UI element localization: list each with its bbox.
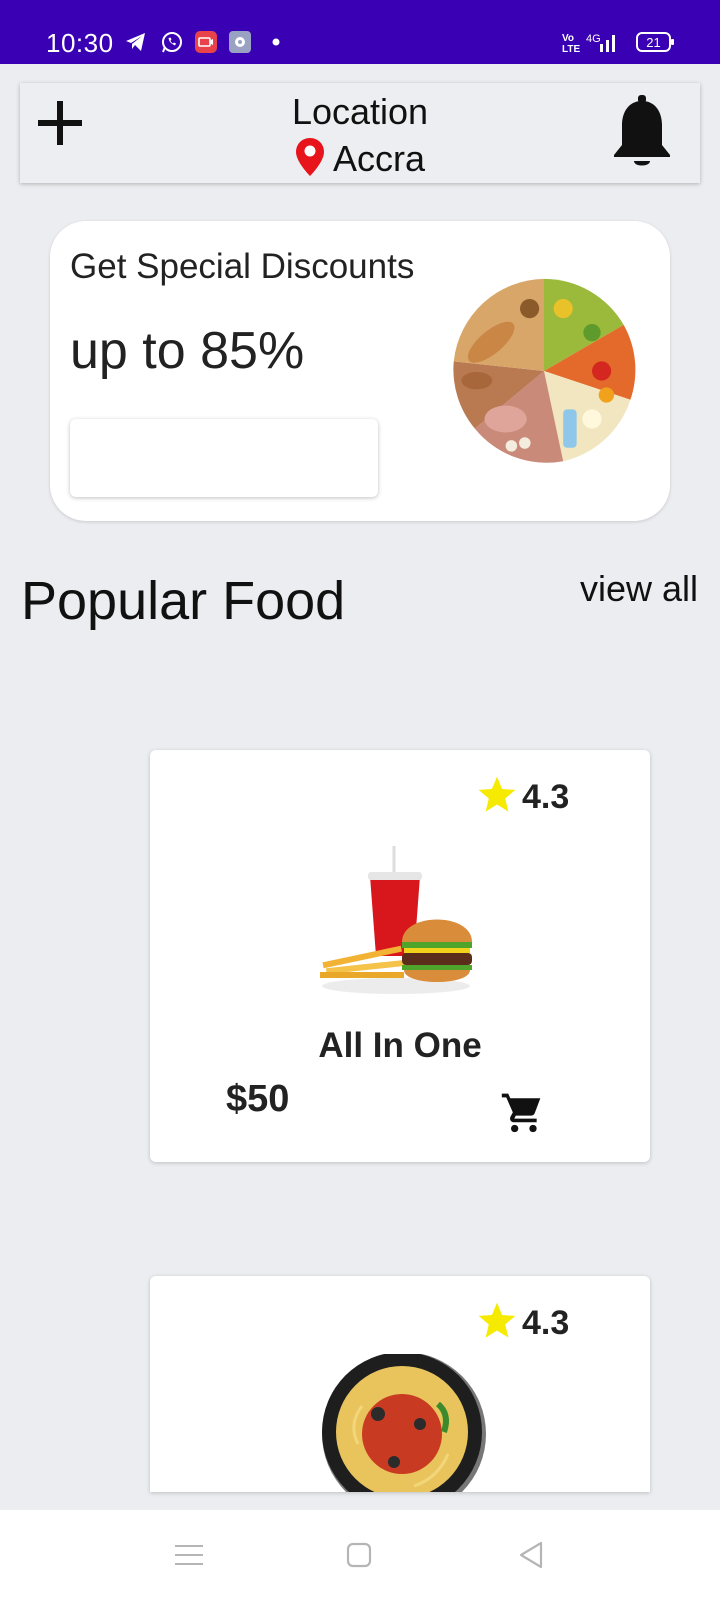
food-card[interactable]: 4.3 All In One $50	[150, 750, 650, 1162]
settings-icon	[229, 31, 251, 53]
location-city: Accra	[332, 138, 426, 179]
dot-icon	[272, 38, 280, 46]
status-bar: 10:30 Vo LTE 4G 21	[0, 0, 720, 64]
star-icon	[478, 776, 516, 812]
signal-icon: Vo LTE 4G	[562, 33, 615, 54]
location-selector[interactable]: Accra	[20, 137, 700, 180]
battery-icon: 21	[636, 32, 674, 52]
promo-subtitle: up to 85%	[70, 322, 305, 380]
svg-text:Vo: Vo	[562, 33, 574, 44]
view-all-link[interactable]: view all	[580, 568, 698, 610]
screen-recorder-icon	[195, 31, 217, 53]
burger-meal-image	[320, 846, 472, 994]
network-type: 4G	[586, 33, 601, 45]
top-app-bar: Location Accra	[20, 83, 700, 183]
whatsapp-icon	[162, 32, 182, 53]
food-name: All In One	[318, 1026, 482, 1065]
add-to-cart-icon[interactable]	[500, 1090, 544, 1134]
notification-bell-icon[interactable]	[610, 91, 674, 171]
status-time: 10:30	[46, 28, 114, 58]
location-pin-icon	[295, 138, 324, 176]
food-card[interactable]: 4.3	[150, 1276, 650, 1492]
battery-level: 21	[646, 35, 660, 50]
promo-title: Get Special Discounts	[70, 247, 415, 286]
menu-icon[interactable]	[172, 1538, 206, 1572]
back-icon[interactable]	[514, 1538, 548, 1572]
rating-value: 4.3	[522, 1304, 570, 1342]
popular-food-heading: Popular Food	[21, 571, 346, 631]
star-icon	[478, 1302, 516, 1338]
location-label: Location	[291, 91, 429, 132]
spaghetti-plate-image	[322, 1354, 486, 1492]
svg-text:LTE: LTE	[562, 44, 580, 54]
food-groups-image	[451, 278, 637, 464]
telegram-icon	[126, 33, 145, 51]
discount-banner: Get Special Discounts up to 85%	[50, 221, 670, 521]
system-navigation-bar	[0, 1510, 720, 1600]
food-price: $50	[226, 1078, 290, 1120]
rating-value: 4.3	[522, 778, 570, 816]
promo-input[interactable]	[70, 419, 378, 497]
home-icon[interactable]	[342, 1538, 376, 1572]
